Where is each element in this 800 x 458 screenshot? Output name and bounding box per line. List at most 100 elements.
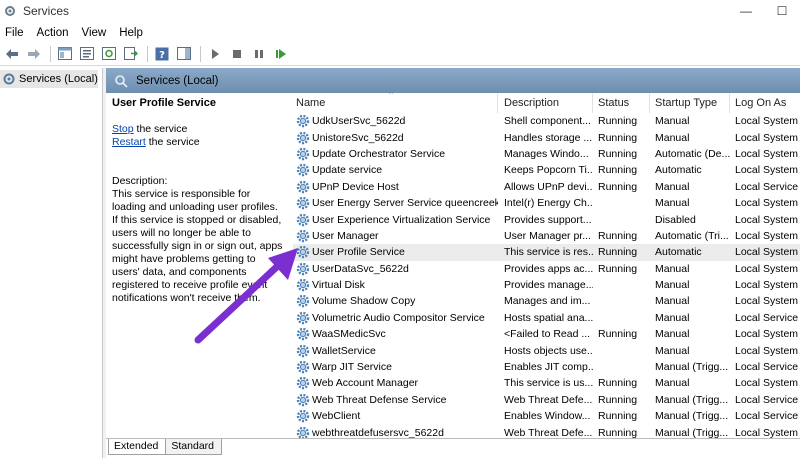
cell-name: Volumetric Audio Compositor Service [293,311,498,325]
cell-description: Enables JIT comp... [504,361,593,374]
table-row[interactable]: Update service Keeps Popcorn Ti... Running… [293,162,800,178]
help-icon: ? [155,47,169,61]
maximize-button[interactable]: ☐ [764,0,800,22]
back-arrow-icon [6,48,18,59]
console-tree-icon [58,47,72,60]
service-name: Volume Shadow Copy [312,295,416,308]
table-row[interactable]: User Experience Virtualization Service Pr… [293,211,800,227]
cell-status: Running [598,262,638,275]
cell-description: Hosts objects use... [504,344,593,357]
table-row[interactable]: User Profile Service This service is res.… [293,244,800,261]
show-hide-console-tree-button[interactable] [55,44,75,64]
refresh-button[interactable] [99,44,119,64]
table-row[interactable]: WalletService Hosts objects use... Manual L… [293,342,800,358]
table-row[interactable]: Web Threat Defense Service Web Threat Def… [293,392,800,408]
column-header-name[interactable]: Name [293,93,498,113]
cell-log-on-as: Local Service [735,361,799,374]
cell-description: This service is res... [504,246,593,259]
view-tabs: Extended Standard [106,438,800,458]
cell-description: Enables Window... [504,410,591,423]
cell-description: Provides manage... [504,279,593,292]
properties-button[interactable] [77,44,97,64]
table-row[interactable]: Update Orchestrator Service Manages Windo… [293,146,800,162]
table-row[interactable]: Virtual Disk Provides manage... Manual Loca… [293,277,800,293]
cell-description: Web Threat Defe... [504,426,593,438]
description-text: This service is responsible for loading … [112,188,283,304]
cell-log-on-as: Local Service [735,393,799,406]
tab-extended[interactable]: Extended [108,439,167,455]
tree-item-services-local[interactable]: Services (Local) [0,70,98,88]
minimize-button[interactable]: — [728,0,764,22]
table-row[interactable]: WebClient Enables Window... Running Manual … [293,408,800,424]
export-list-icon [124,47,138,60]
table-row[interactable]: Web Account Manager This service is us...… [293,375,800,391]
column-header-description[interactable]: Description [498,93,593,113]
menu-help[interactable]: Help [114,27,151,39]
title-bar: Services — ☐ [0,0,800,22]
cell-log-on-as: Local Service [735,311,799,324]
cell-log-on-as: Local System [735,295,799,308]
show-action-pane-button[interactable] [174,44,194,64]
cell-startup-type: Manual [655,377,690,390]
service-gear-icon [296,246,310,259]
stop-service-button[interactable] [227,44,247,64]
export-list-button[interactable] [121,44,141,64]
cell-description: Shell component... [504,115,591,128]
pause-service-button[interactable] [249,44,269,64]
start-service-button[interactable] [205,44,225,64]
restart-service-link[interactable]: Restart [112,136,146,148]
cell-name: WalletService [293,344,498,358]
back-button[interactable] [2,44,22,64]
menu-file[interactable]: File [0,27,32,39]
stop-service-link[interactable]: Stop [112,123,134,135]
menu-action[interactable]: Action [32,27,77,39]
cell-status: Running [598,164,638,177]
menu-bar: File Action View Help [0,24,800,42]
table-row[interactable]: UdkUserSvc_5622d Shell component... Runnin… [293,113,800,129]
cell-log-on-as: Local System [735,328,799,341]
service-name: WebClient [312,410,361,423]
table-row[interactable]: UPnP Device Host Allows UPnP devi... Runni… [293,179,800,195]
service-name: UPnP Device Host [312,180,399,193]
table-row[interactable]: webthreatdefusersvc_5622d Web Threat Defe… [293,424,800,438]
cell-startup-type: Automatic [655,164,702,177]
cell-description: User Manager pr... [504,229,591,242]
help-button[interactable]: ? [152,44,172,64]
cell-startup-type: Automatic [655,246,702,259]
service-name: User Profile Service [312,246,405,259]
table-row[interactable]: UserDataSvc_5622d Provides apps ac... Runn… [293,261,800,277]
cell-status: Running [598,426,638,438]
service-name: User Manager [312,229,379,242]
refresh-icon [102,47,116,60]
restart-service-button[interactable] [271,44,291,64]
selected-service-title: User Profile Service [112,97,216,109]
table-row[interactable]: WaaSMedicSvc <Failed to Read ... Running Ma… [293,326,800,342]
column-header-log-on-as[interactable]: Log On As [730,93,800,113]
column-header-startup-type[interactable]: Startup Type [650,93,730,113]
service-name: webthreatdefusersvc_5622d [312,426,444,438]
service-gear-icon [296,196,310,210]
window-title: Services [23,4,70,18]
tab-standard[interactable]: Standard [165,439,222,455]
cell-log-on-as: Local System [735,344,799,357]
toolbar-separator [50,45,51,62]
cell-startup-type: Manual [655,131,690,144]
table-row[interactable]: Volume Shadow Copy Manages and im... Manua… [293,293,800,309]
panel-header: Services (Local) [106,68,800,93]
forward-button[interactable] [24,44,44,64]
table-row[interactable]: User Manager User Manager pr... Running Aut… [293,228,800,244]
service-gear-icon [296,328,310,341]
menu-view[interactable]: View [77,27,115,39]
stop-line-text: the service [133,123,188,135]
service-name: Volumetric Audio Compositor Service [312,311,485,324]
table-row[interactable]: User Energy Server Service queencreek Int… [293,195,800,211]
cell-startup-type: Manual [655,262,690,275]
table-row[interactable]: Warp JIT Service Enables JIT comp... Manua… [293,359,800,375]
service-name: WalletService [312,344,376,357]
console-tree: Services (Local) [0,68,103,458]
svg-text:?: ? [159,50,165,61]
table-row[interactable]: Volumetric Audio Compositor Service Hosts… [293,310,800,326]
column-header-status[interactable]: Status [593,93,650,113]
table-row[interactable]: UnistoreSvc_5622d Handles storage ... Runn… [293,129,800,145]
service-name: Web Threat Defense Service [312,393,447,406]
